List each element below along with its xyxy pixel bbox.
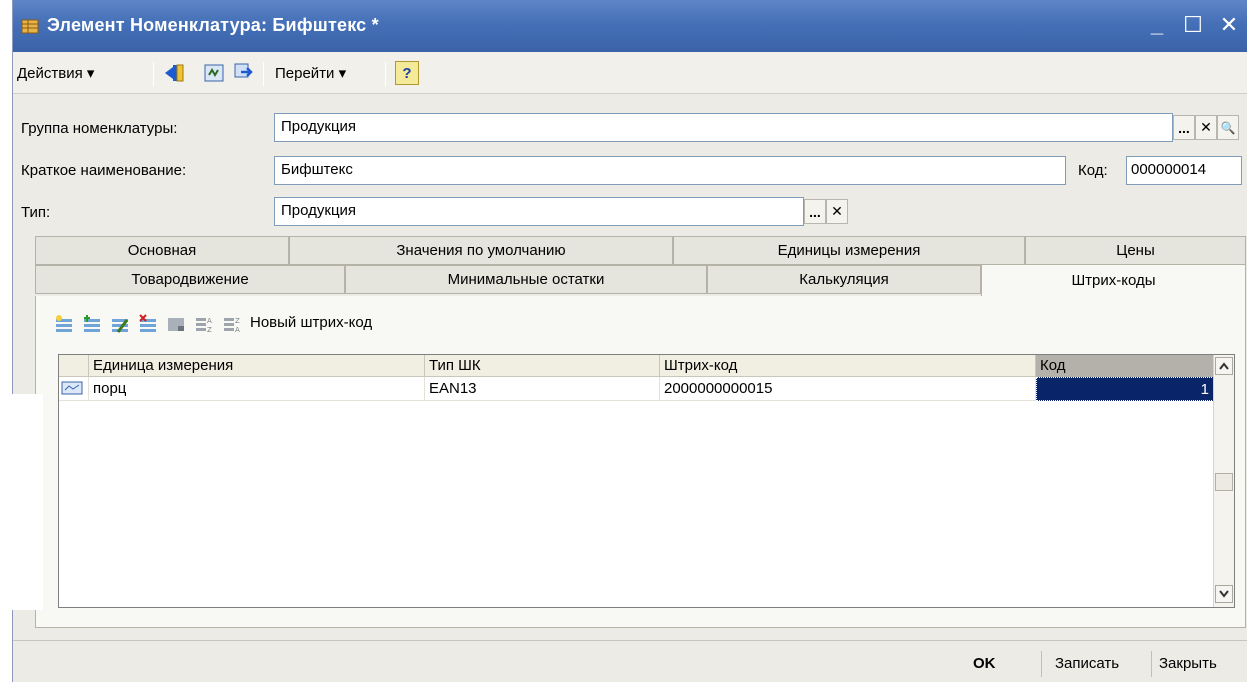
- vertical-scrollbar[interactable]: [1213, 355, 1234, 607]
- type-label: Тип:: [21, 204, 51, 221]
- tab-prices[interactable]: Цены: [1025, 236, 1246, 265]
- catalog-icon: [21, 19, 39, 34]
- cell-unit[interactable]: порц: [89, 377, 425, 401]
- delete-row-icon[interactable]: [138, 314, 158, 334]
- edit-row-icon[interactable]: [110, 314, 130, 334]
- column-header-barcode[interactable]: Штрих-код: [660, 355, 1036, 377]
- tab-min-stock[interactable]: Минимальные остатки: [345, 265, 707, 294]
- save-and-close-icon[interactable]: [163, 62, 185, 84]
- row-marker-header: [59, 355, 89, 377]
- help-button[interactable]: ?: [395, 61, 419, 85]
- group-clear-button[interactable]: ✕: [1195, 115, 1217, 140]
- table-row[interactable]: порц EAN13 2000000000015 1: [59, 377, 1214, 401]
- footer-bar: OK Записать Закрыть: [13, 640, 1247, 682]
- goto-menu[interactable]: Перейти ▾: [275, 60, 346, 86]
- cell-barcode[interactable]: 2000000000015: [660, 377, 1036, 401]
- tab-main[interactable]: Основная: [35, 236, 289, 265]
- add-subrow-icon[interactable]: [82, 314, 102, 334]
- maximize-button[interactable]: ☐: [1180, 10, 1206, 40]
- search-icon: 🔍: [1220, 120, 1236, 135]
- type-clear-button[interactable]: ✕: [826, 199, 848, 224]
- clear-icon: ✕: [1200, 119, 1212, 135]
- cell-type[interactable]: EAN13: [425, 377, 660, 401]
- structure-icon[interactable]: [233, 62, 255, 84]
- tab-calculation[interactable]: Калькуляция: [707, 265, 981, 294]
- group-open-button[interactable]: 🔍: [1217, 115, 1239, 140]
- code-field[interactable]: 000000014: [1126, 156, 1242, 185]
- background-panel: [0, 394, 43, 610]
- group-select-button[interactable]: ...: [1173, 115, 1195, 140]
- tab-units[interactable]: Единицы измерения: [673, 236, 1025, 265]
- scroll-down-button[interactable]: [1215, 585, 1233, 603]
- sort-descending-icon[interactable]: ZA: [222, 314, 242, 334]
- close-button[interactable]: Закрыть: [1159, 651, 1217, 675]
- window-title: Элемент Номенклатура: Бифштекс *: [47, 15, 379, 35]
- table-header: Единица измерения Тип ШК Штрих-код Код: [59, 355, 1214, 377]
- svg-text:A: A: [235, 326, 240, 334]
- cell-code[interactable]: 1: [1036, 377, 1214, 401]
- add-row-icon[interactable]: [54, 314, 74, 334]
- end-edit-icon[interactable]: [166, 314, 186, 334]
- barcodes-panel: AZ ZA Новый штрих-код Единица измерения …: [35, 296, 1246, 628]
- ok-button[interactable]: OK: [973, 651, 996, 675]
- column-header-code[interactable]: Код: [1036, 355, 1214, 377]
- tab-defaults[interactable]: Значения по умолчанию: [289, 236, 673, 265]
- minimize-button[interactable]: _: [1144, 10, 1170, 40]
- svg-text:Z: Z: [207, 326, 212, 334]
- short-name-label: Краткое наименование:: [21, 162, 187, 179]
- close-window-button[interactable]: ✕: [1216, 10, 1242, 40]
- document-window: Элемент Номенклатура: Бифштекс * _ ☐ ✕ Д…: [12, 0, 1247, 682]
- svg-text:A: A: [207, 317, 212, 325]
- new-barcode-button[interactable]: Новый штрих-код: [250, 314, 372, 331]
- tab-barcodes[interactable]: Штрих-коды: [981, 264, 1246, 296]
- record-icon: [61, 381, 83, 395]
- group-label: Группа номенклатуры:: [21, 120, 178, 137]
- sort-ascending-icon[interactable]: AZ: [194, 314, 214, 334]
- scroll-up-button[interactable]: [1215, 357, 1233, 375]
- group-field[interactable]: Продукция: [274, 113, 1173, 142]
- scroll-thumb[interactable]: [1215, 473, 1233, 491]
- type-field[interactable]: Продукция: [274, 197, 804, 226]
- short-name-field[interactable]: Бифштекс: [274, 156, 1066, 185]
- chevron-up-icon: [1219, 362, 1229, 370]
- code-label: Код:: [1078, 162, 1108, 179]
- svg-text:Z: Z: [235, 317, 240, 325]
- tab-movement[interactable]: Товародвижение: [35, 265, 345, 294]
- column-header-type[interactable]: Тип ШК: [425, 355, 660, 377]
- chevron-down-icon: [1219, 590, 1229, 598]
- toolbar: Действия ▾ Перейти ▾ ?: [13, 52, 1247, 94]
- tab-strip: Основная Значения по умолчанию Единицы и…: [35, 236, 1246, 296]
- clear-icon: ✕: [831, 203, 843, 219]
- row-marker: [59, 377, 89, 401]
- title-bar[interactable]: Элемент Номенклатура: Бифштекс * _ ☐ ✕: [13, 0, 1247, 52]
- barcodes-table[interactable]: Единица измерения Тип ШК Штрих-код Код п…: [58, 354, 1235, 608]
- actions-menu[interactable]: Действия ▾: [17, 60, 94, 86]
- save-button[interactable]: Записать: [1055, 651, 1119, 675]
- type-select-button[interactable]: ...: [804, 199, 826, 224]
- refresh-icon[interactable]: [203, 62, 225, 84]
- column-header-unit[interactable]: Единица измерения: [89, 355, 425, 377]
